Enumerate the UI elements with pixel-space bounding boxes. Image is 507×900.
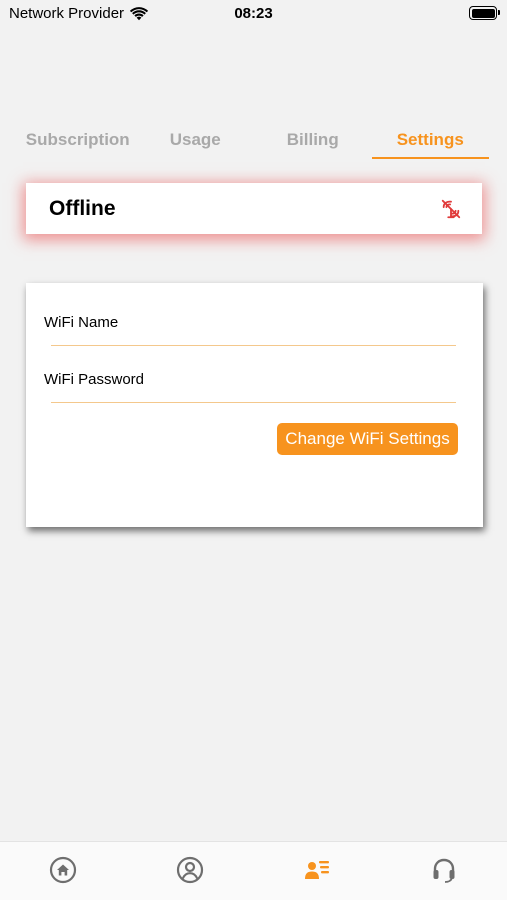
connection-status-text: Offline: [49, 197, 116, 220]
wifi-password-label: WiFi Password: [44, 371, 145, 388]
battery-icon: [469, 6, 500, 20]
tab-subscription[interactable]: Subscription: [19, 128, 137, 160]
account-list-icon: [304, 861, 329, 879]
antenna-off-icon: [441, 199, 461, 219]
wifi-password-field[interactable]: [51, 402, 456, 403]
status-bar: Network Provider 08:23: [0, 0, 507, 28]
nav-home[interactable]: [0, 842, 127, 900]
wifi-name-field[interactable]: [51, 345, 456, 346]
nav-account[interactable]: [254, 842, 381, 900]
wifi-name-label: WiFi Name: [44, 314, 119, 331]
bottom-nav: [0, 841, 507, 900]
tab-settings[interactable]: Settings: [371, 128, 490, 160]
home-icon: [50, 856, 77, 884]
tab-usage[interactable]: Usage: [137, 128, 255, 160]
nav-profile[interactable]: [127, 842, 254, 900]
tab-bar: Subscription Usage Billing Settings: [19, 128, 489, 160]
tab-billing[interactable]: Billing: [254, 128, 372, 160]
wifi-settings-card: WiFi Name WiFi Password Change WiFi Sett…: [26, 283, 483, 527]
profile-icon: [177, 856, 204, 884]
headset-icon: [433, 858, 455, 883]
change-wifi-settings-button[interactable]: Change WiFi Settings: [277, 423, 458, 455]
connection-status-card: Offline: [26, 183, 482, 234]
nav-support[interactable]: [380, 842, 507, 900]
clock: 08:23: [234, 5, 273, 22]
